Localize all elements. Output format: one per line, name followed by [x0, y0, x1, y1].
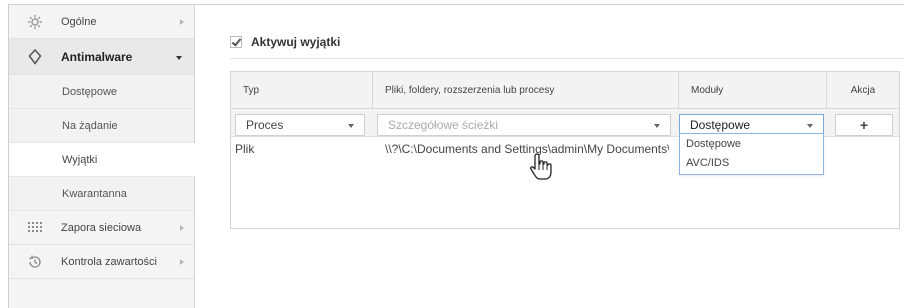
modules-dropdown-menu: Dostępowe AVC/IDS	[679, 133, 824, 175]
chevron-right-icon	[180, 258, 184, 265]
chevron-down-icon	[348, 124, 354, 128]
activate-exclusions-label: Aktywuj wyjątki	[251, 35, 341, 49]
shield-icon	[23, 48, 47, 66]
sidebar-item-label: Antimalware	[61, 49, 133, 64]
sidebar-item-general[interactable]: Ogólne	[9, 5, 194, 39]
sidebar-item-label: Ogólne	[61, 15, 97, 28]
history-icon	[23, 253, 47, 271]
activate-exclusions-checkbox[interactable]	[230, 36, 242, 48]
row-type-cell: Plik	[235, 142, 255, 156]
sidebar-subitem-exclusions[interactable]: Wyjątki	[9, 143, 195, 177]
chevron-down-icon	[654, 124, 660, 128]
chevron-right-icon	[180, 18, 184, 25]
sidebar-item-label: Zapora sieciowa	[61, 221, 142, 234]
firewall-grid-icon	[23, 219, 47, 237]
sidebar-subitem-on-access[interactable]: Dostępowe	[9, 75, 194, 109]
sidebar-item-label: Kontrola zawartości	[61, 255, 157, 268]
type-select[interactable]: Proces	[235, 114, 365, 136]
type-select-value: Proces	[246, 118, 284, 132]
sidebar-item-firewall[interactable]: Zapora sieciowa	[9, 211, 194, 245]
column-header-action: Akcja	[850, 85, 876, 96]
add-exclusion-button[interactable]: +	[835, 114, 893, 136]
sidebar-subitem-quarantine[interactable]: Kwarantanna	[9, 177, 194, 211]
path-input[interactable]: Szczegółowe ścieżki	[377, 114, 671, 136]
chevron-down-icon	[176, 55, 182, 60]
sidebar: Ogólne Antimalware Dostępowe Na żądanie …	[9, 5, 195, 308]
dropdown-option-on-access[interactable]: Dostępowe	[680, 134, 823, 153]
modules-select-value: Dostępowe	[690, 118, 751, 132]
dropdown-option-avc-ids[interactable]: AVC/IDS	[680, 153, 823, 172]
activate-exclusions-row: Aktywuj wyjątki	[230, 35, 340, 49]
divider	[230, 58, 904, 59]
path-input-placeholder: Szczegółowe ścieżki	[388, 118, 499, 132]
gear-icon	[23, 13, 47, 31]
sidebar-subitem-on-demand[interactable]: Na żądanie	[9, 109, 194, 143]
hand-cursor-icon	[530, 153, 552, 180]
column-header-paths[interactable]: Pliki, foldery, rozszerzenia lub procesy	[373, 72, 679, 109]
table-header: Typ Pliki, foldery, rozszerzenia lub pro…	[231, 72, 899, 109]
settings-window: Ogólne Antimalware Dostępowe Na żądanie …	[8, 4, 904, 308]
chevron-down-icon	[807, 124, 813, 128]
sidebar-item-antimalware[interactable]: Antimalware	[9, 39, 194, 75]
column-header-modules[interactable]: Moduły	[679, 72, 827, 109]
column-header-type[interactable]: Typ	[231, 72, 373, 109]
row-path-cell: \\?\C:\Documents and Settings\admin\My D…	[385, 142, 669, 156]
sidebar-item-content-control[interactable]: Kontrola zawartości	[9, 245, 194, 279]
exclusions-table: Typ Pliki, foldery, rozszerzenia lub pro…	[230, 71, 900, 229]
chevron-right-icon	[180, 224, 184, 231]
